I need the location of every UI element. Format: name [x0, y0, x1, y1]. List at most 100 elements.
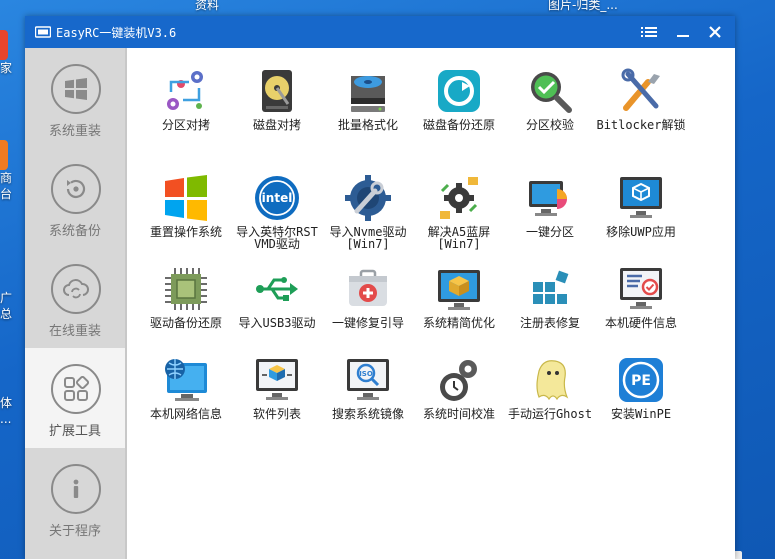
tool-search-system-image[interactable]: ISO 搜索系统镜像	[322, 357, 414, 443]
tool-network-info[interactable]: 本机网络信息	[140, 357, 232, 443]
tool-label: 移除UWP应用	[606, 225, 676, 239]
tool-install-winpe[interactable]: PE 安装WinPE	[595, 357, 687, 443]
tool-disk-backup-restore[interactable]: 磁盘备份还原	[413, 68, 505, 154]
tools-panel: 分区对拷 磁盘对拷 批量格式化 磁盘备份还原 分区校验 Bitlocker解锁 …	[127, 48, 735, 559]
tool-label: 手动运行Ghost	[507, 407, 593, 421]
system-optimize-icon	[438, 270, 480, 310]
sidebar-item-extension-tools[interactable]: 扩展工具	[25, 348, 125, 448]
tool-label: 导入USB3驱动	[238, 316, 316, 330]
disk-backup-restore-icon	[438, 70, 480, 112]
close-icon	[709, 26, 721, 38]
desktop-file-label[interactable]: 资料	[195, 0, 219, 13]
tool-label: 磁盘对拷	[252, 118, 301, 132]
desktop-shortcut[interactable]: 家	[0, 30, 22, 76]
tool-system-optimize[interactable]: 系统精简优化	[413, 266, 505, 352]
tool-usb3-driver[interactable]: 导入USB3驱动	[231, 266, 323, 352]
tool-label: 解决A5蓝屏 [Win7]	[427, 225, 491, 251]
easyrc-window: EasyRC一键装机V3.6 系统重装 系统备份 在线重装 扩展工具 关于程序 …	[25, 16, 735, 559]
tool-label: 软件列表	[252, 407, 301, 421]
sidebar-item-label: 系统重装	[48, 124, 101, 139]
desktop-shortcut[interactable]: 体 ...	[0, 395, 22, 427]
sidebar-item-label: 在线重装	[48, 324, 101, 339]
tool-one-click-partition[interactable]: 一键分区	[504, 175, 596, 261]
cloud-sync-icon	[51, 264, 101, 314]
tool-label: 一键修复引导	[331, 316, 404, 330]
sidebar-item-system-reinstall[interactable]: 系统重装	[25, 48, 125, 148]
desktop-app-icon	[0, 30, 8, 60]
tool-registry-repair[interactable]: 注册表修复	[504, 266, 596, 352]
tool-label: 本机硬件信息	[604, 316, 677, 330]
tool-run-ghost[interactable]: 手动运行Ghost	[504, 357, 596, 443]
desktop-shortcut[interactable]: 商 台	[0, 140, 22, 202]
tool-label: 分区校验	[525, 118, 574, 132]
window-title: EasyRC一键装机V3.6	[56, 26, 177, 40]
nvme-driver-icon	[345, 175, 391, 221]
menu-icon	[641, 27, 657, 37]
tool-bitlocker-unlock[interactable]: Bitlocker解锁	[595, 68, 687, 154]
apps-grid-icon	[51, 364, 101, 414]
svg-text:ISO: ISO	[359, 370, 373, 378]
tool-fix-a5-bluescreen[interactable]: 解决A5蓝屏 [Win7]	[413, 175, 505, 261]
desktop-shortcut-label: 商 台	[0, 171, 13, 201]
tool-label: 重置操作系统	[149, 225, 222, 239]
tool-reset-os[interactable]: 重置操作系统	[140, 175, 232, 261]
tool-system-time-calibrate[interactable]: 系统时间校准	[413, 357, 505, 443]
minimize-button[interactable]	[668, 16, 698, 48]
bitlocker-unlock-icon	[621, 68, 660, 111]
desktop-file-label[interactable]: 图片-归类_...	[548, 0, 618, 13]
tool-label: 搜索系统镜像	[331, 407, 404, 421]
ghost-icon	[536, 360, 569, 401]
tool-label: 系统精简优化	[422, 316, 495, 330]
tool-remove-uwp[interactable]: 移除UWP应用	[595, 175, 687, 261]
tool-label: 一键分区	[525, 225, 574, 239]
network-info-icon	[165, 359, 207, 401]
sidebar-item-system-backup[interactable]: 系统备份	[25, 148, 125, 248]
tool-label: 注册表修复	[519, 316, 580, 330]
batch-format-icon	[351, 76, 385, 112]
windows-logo-icon	[51, 64, 101, 114]
tool-intel-rst-driver[interactable]: intel 导入英特尔RST VMD驱动	[231, 175, 323, 261]
registry-repair-icon	[533, 270, 569, 304]
tool-label: 分区对拷	[161, 118, 210, 132]
menu-button[interactable]	[634, 16, 664, 48]
tool-label: 安装WinPE	[610, 407, 672, 421]
search-image-icon: ISO	[347, 359, 389, 400]
tool-label: 磁盘备份还原	[422, 118, 495, 132]
tool-label: Bitlocker解锁	[596, 118, 686, 132]
desktop-app-icon	[0, 140, 8, 170]
minimize-icon	[677, 35, 689, 37]
windows-reset-icon	[165, 175, 207, 221]
tool-nvme-driver[interactable]: 导入Nvme驱动 [Win7]	[322, 175, 414, 261]
tool-hardware-info[interactable]: 本机硬件信息	[595, 266, 687, 352]
partition-copy-icon	[167, 71, 203, 110]
sidebar: 系统重装 系统备份 在线重装 扩展工具 关于程序	[25, 48, 125, 559]
usb-icon	[256, 277, 298, 301]
bluescreen-fix-icon	[440, 177, 478, 219]
app-icon	[35, 26, 51, 38]
info-icon	[51, 464, 101, 514]
sidebar-item-online-reinstall[interactable]: 在线重装	[25, 248, 125, 348]
close-button[interactable]	[700, 16, 730, 48]
tool-partition-copy[interactable]: 分区对拷	[140, 68, 232, 154]
desktop-shortcut-label: 家	[0, 61, 13, 75]
tool-label: 系统时间校准	[422, 407, 495, 421]
disk-copy-icon	[262, 70, 292, 112]
time-calibrate-icon	[440, 360, 477, 401]
tool-label: 导入英特尔RST VMD驱动	[236, 225, 318, 251]
tool-batch-format[interactable]: 批量格式化	[322, 68, 414, 154]
svg-text:PE: PE	[631, 373, 651, 389]
tool-software-list[interactable]: 软件列表	[231, 357, 323, 443]
remove-uwp-icon	[620, 177, 662, 218]
sidebar-item-label: 系统备份	[48, 224, 101, 239]
sidebar-item-about[interactable]: 关于程序	[25, 448, 125, 548]
desktop-shortcut[interactable]: 广 总	[0, 290, 22, 322]
svg-text:intel: intel	[262, 191, 293, 205]
tool-driver-backup-restore[interactable]: 驱动备份还原	[140, 266, 232, 352]
tool-repair-boot[interactable]: 一键修复引导	[322, 266, 414, 352]
tool-partition-check[interactable]: 分区校验	[504, 68, 596, 154]
tool-disk-copy[interactable]: 磁盘对拷	[231, 68, 323, 154]
tool-label: 导入Nvme驱动 [Win7]	[329, 225, 407, 251]
title-bar[interactable]: EasyRC一键装机V3.6	[25, 16, 735, 48]
tool-label: 批量格式化	[337, 118, 398, 132]
sidebar-item-label: 扩展工具	[48, 424, 101, 439]
